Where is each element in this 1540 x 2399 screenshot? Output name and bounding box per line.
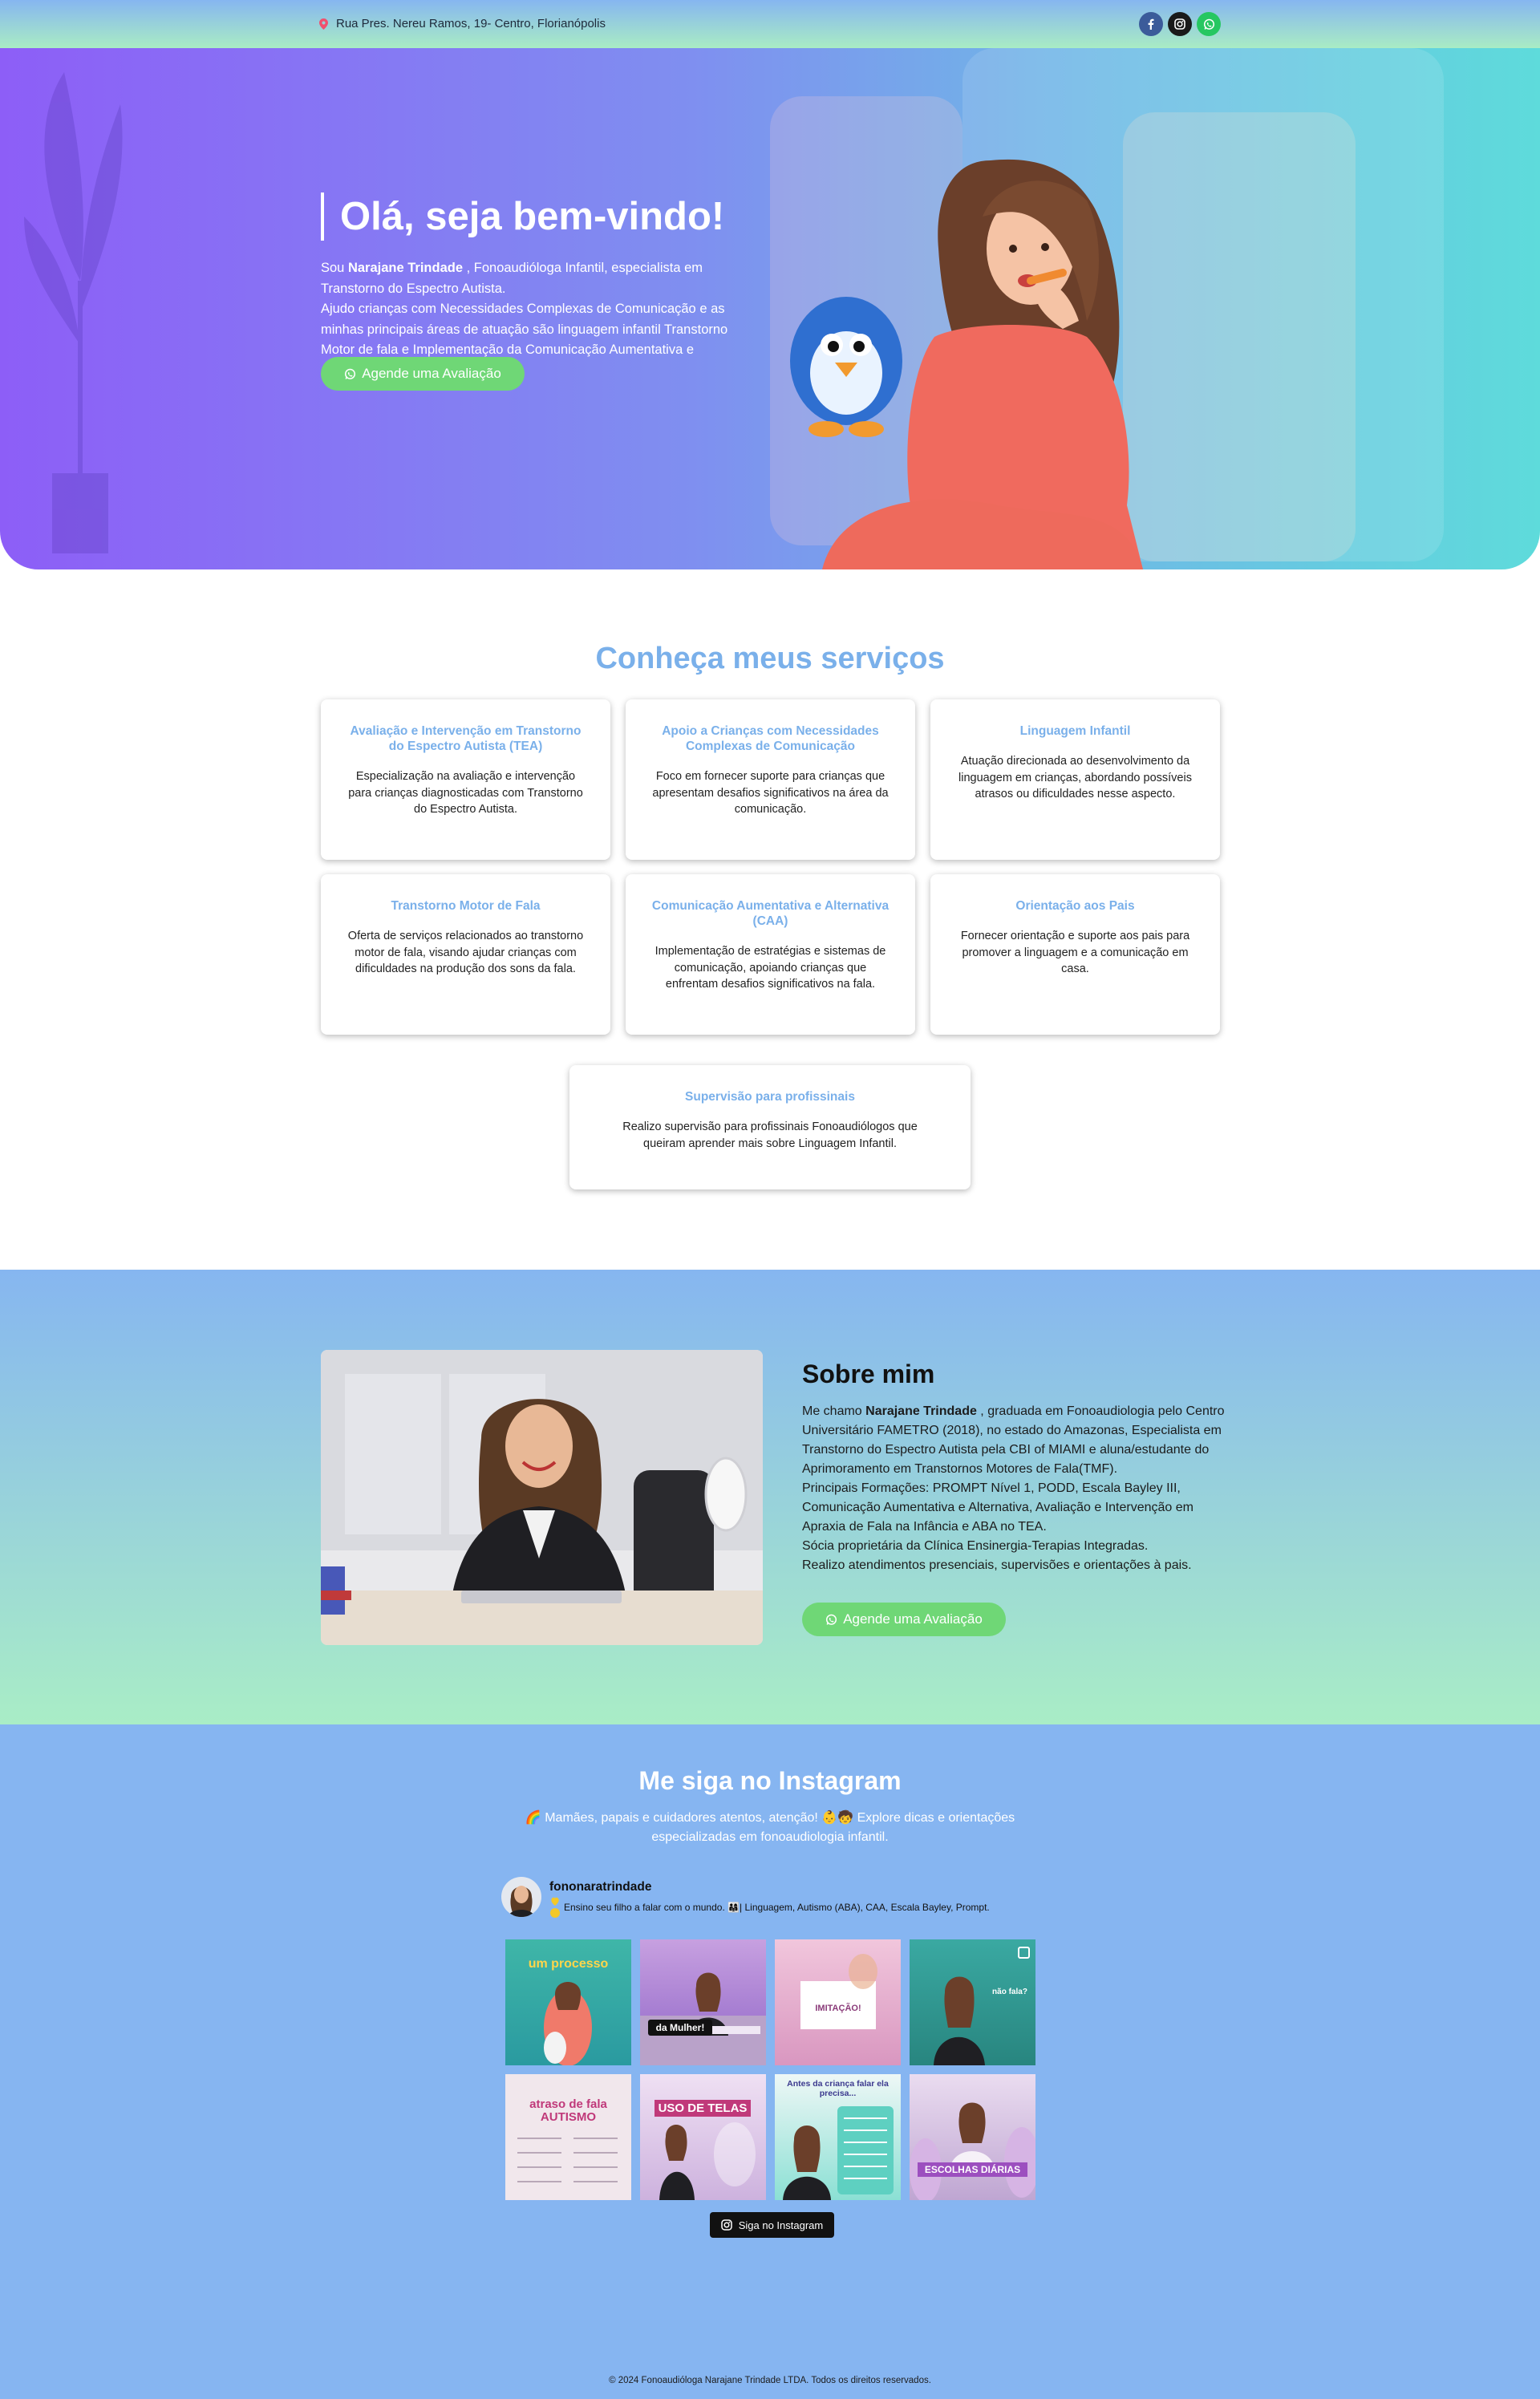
- post-caption: um processo: [528, 1957, 609, 1971]
- about-p2: Principais Formações: PROMPT Nível 1, PO…: [802, 1481, 1194, 1534]
- address: Rua Pres. Nereu Ramos, 19- Centro, Flori…: [319, 17, 606, 30]
- instagram-icon[interactable]: [1168, 12, 1192, 36]
- post-caption: Antes da criança falar ela precisa...: [787, 2079, 889, 2098]
- service-card-pais: Orientação aos Pais Fornecer orientação …: [930, 874, 1220, 1035]
- toy-penguin: [790, 297, 902, 437]
- service-card-ncc: Apoio a Crianças com Necessidades Comple…: [626, 699, 915, 860]
- instagram-post[interactable]: não fala?: [910, 1939, 1035, 2065]
- instagram-post[interactable]: USO DE TELAS: [640, 2074, 766, 2200]
- service-text: Atuação direcionada ao desenvolvimento d…: [958, 755, 1192, 800]
- avatar: [501, 1877, 541, 1917]
- instagram-username[interactable]: fononaratrindade: [549, 1880, 651, 1894]
- services-title: Conheça meus serviços: [595, 642, 945, 675]
- about-p1-prefix: Me chamo: [802, 1404, 866, 1418]
- hero-photo: [790, 159, 1143, 569]
- post-caption: IMITAÇÃO!: [815, 2004, 861, 2013]
- service-title: Apoio a Crianças com Necessidades Comple…: [662, 724, 879, 753]
- service-title: Linguagem Infantil: [1019, 724, 1131, 738]
- about-name: Narajane Trindade: [865, 1404, 977, 1418]
- whatsapp-icon: [826, 1614, 837, 1625]
- about-schedule-button-label: Agende uma Avaliação: [843, 1611, 983, 1627]
- schedule-button-label: Agende uma Avaliação: [362, 366, 501, 381]
- footer-copyright: © 2024 Fonoaudióloga Narajane Trindade L…: [609, 2376, 931, 2385]
- about-title: Sobre mim: [802, 1360, 935, 1388]
- whatsapp-icon[interactable]: [1197, 12, 1221, 36]
- instagram-post[interactable]: ESCOLHAS DIÁRIAS: [910, 2074, 1035, 2200]
- instagram-profile[interactable]: fononaratrindade Ensino seu filho a fala…: [501, 1877, 1039, 1925]
- service-title: Avaliação e Intervenção em Transtorno do…: [350, 724, 582, 753]
- about-p3: Sócia proprietária da Clínica Ensinergia…: [802, 1539, 1149, 1553]
- service-text: Oferta de serviços relacionados ao trans…: [347, 930, 584, 975]
- instagram-icon: [720, 2219, 732, 2231]
- follow-instagram-label: Siga no Instagram: [738, 2219, 824, 2231]
- facebook-icon[interactable]: [1139, 12, 1163, 36]
- service-card-caa: Comunicação Aumentativa e Alternativa (C…: [626, 874, 915, 1035]
- hero-title: Olá, seja bem-vindo!: [321, 192, 754, 241]
- about-section: Sobre mim Me chamo Narajane Trindade , g…: [0, 1270, 1540, 1724]
- service-title: Comunicação Aumentativa e Alternativa (C…: [651, 899, 890, 928]
- instagram-post[interactable]: Antes da criança falar ela precisa...: [775, 2074, 901, 2200]
- hero-name: Narajane Trindade: [347, 261, 464, 275]
- service-text: Fornecer orientação e suporte aos pais p…: [960, 930, 1190, 975]
- hero-content: Olá, seja bem-vindo! Sou Narajane Trinda…: [321, 192, 754, 381]
- service-card-supervisao: Supervisão para profissinais Realizo sup…: [569, 1065, 971, 1189]
- service-text: Realizo supervisão para profissinais Fon…: [622, 1120, 918, 1150]
- instagram-post[interactable]: da Mulher!: [640, 1939, 766, 2065]
- service-text: Foco em fornecer suporte para crianças q…: [652, 770, 889, 816]
- post-caption: ESCOLHAS DIÁRIAS: [918, 2162, 1027, 2177]
- heart-badge-icon: [549, 1896, 561, 1919]
- top-bar: Rua Pres. Nereu Ramos, 19- Centro, Flori…: [0, 0, 1540, 48]
- post-caption: USO DE TELAS: [654, 2100, 751, 2117]
- schedule-button[interactable]: Agende uma Avaliação: [321, 357, 525, 391]
- service-text: Implementação de estratégias e sistemas …: [654, 945, 886, 991]
- social-links: [1139, 12, 1221, 36]
- instagram-post[interactable]: IMITAÇÃO!: [775, 1939, 901, 2065]
- instagram-bio-text: Ensino seu filho a falar com o mundo. 👨‍…: [564, 1902, 990, 1913]
- address-text: Rua Pres. Nereu Ramos, 19- Centro, Flori…: [336, 17, 606, 30]
- post-caption: atraso de fala AUTISMO: [529, 2097, 607, 2124]
- service-title: Orientação aos Pais: [1015, 899, 1135, 913]
- service-text: Especialização na avaliação e intervençã…: [348, 770, 583, 816]
- service-title: Supervisão para profissinais: [685, 1090, 855, 1104]
- map-pin-icon: [319, 18, 328, 30]
- instagram-post[interactable]: atraso de fala AUTISMO: [505, 2074, 631, 2200]
- instagram-title: Me siga no Instagram: [638, 1766, 902, 1795]
- about-photo: [321, 1350, 763, 1645]
- instagram-post[interactable]: um processo: [505, 1939, 631, 2065]
- service-card-motor-fala: Transtorno Motor de Fala Oferta de servi…: [321, 874, 610, 1035]
- about-p4: Realizo atendimentos presenciais, superv…: [802, 1558, 1192, 1572]
- service-card-linguagem: Linguagem Infantil Atuação direcionada a…: [930, 699, 1220, 860]
- post-caption: da Mulher!: [648, 2020, 712, 2036]
- service-title: Transtorno Motor de Fala: [391, 899, 541, 913]
- hero-banner: Olá, seja bem-vindo! Sou Narajane Trinda…: [0, 48, 1540, 569]
- about-text: Me chamo Narajane Trindade , graduada em…: [802, 1402, 1235, 1575]
- about-schedule-button[interactable]: Agende uma Avaliação: [802, 1603, 1006, 1636]
- plant-decoration: [24, 72, 123, 553]
- instagram-section: Me siga no Instagram 🌈 Mamães, papais e …: [0, 1724, 1540, 2399]
- hero-intro-prefix: Sou: [321, 261, 348, 275]
- whatsapp-icon: [345, 368, 356, 379]
- instagram-subtitle: 🌈 Mamães, papais e cuidadores atentos, a…: [525, 1811, 1015, 1844]
- post-caption: não fala?: [992, 1988, 1027, 1996]
- service-card-tea: Avaliação e Intervenção em Transtorno do…: [321, 699, 610, 860]
- follow-instagram-button[interactable]: Siga no Instagram: [710, 2212, 834, 2238]
- instagram-bio: Ensino seu filho a falar com o mundo. 👨‍…: [549, 1896, 990, 1919]
